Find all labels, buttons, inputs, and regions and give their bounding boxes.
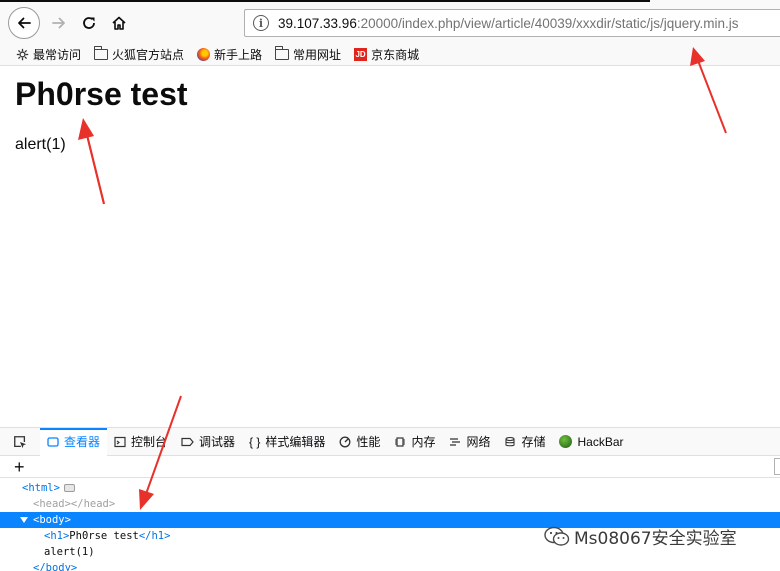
gear-icon (16, 48, 29, 61)
tab-debugger[interactable]: 调试器 (174, 428, 242, 456)
reload-button[interactable] (76, 10, 102, 36)
devtools-panel: 查看器 控制台 调试器 { } 样式编辑器 性能 内存 网络 存储 HackBa… (0, 427, 780, 571)
site-info-icon[interactable]: i (253, 15, 269, 31)
body-open-tag: <body> (33, 514, 71, 526)
network-icon (449, 436, 461, 448)
wechat-icon (544, 526, 570, 546)
bookmark-getting-started[interactable]: 新手上路 (197, 46, 262, 63)
inspector-toolbar: + (0, 456, 780, 478)
h1-close-tag: </h1> (138, 530, 171, 542)
forward-button[interactable] (46, 10, 72, 36)
jd-icon: JD (354, 48, 368, 61)
watermark: Ms08067安全实验室 (544, 524, 737, 549)
url-host: 39.107.33.96 (278, 15, 357, 31)
h1-text: Ph0rse test (69, 530, 139, 542)
bookmark-label: 新手上路 (214, 48, 263, 62)
bookmark-label: 火狐官方站点 (112, 48, 185, 62)
inspector-icon (47, 436, 59, 448)
tree-node-head[interactable]: <head></head> (0, 496, 780, 512)
add-node-button[interactable]: + (14, 458, 25, 476)
body-close-tag: </body> (33, 562, 78, 571)
debugger-icon (181, 436, 194, 448)
tab-label: 内存 (411, 435, 436, 449)
head-tag: <head></head> (33, 498, 116, 510)
tab-inspector[interactable]: 查看器 (40, 427, 108, 456)
address-bar[interactable]: i 39.107.33.96:20000/index.php/view/arti… (244, 9, 780, 37)
console-icon (114, 436, 126, 448)
firefox-icon (197, 48, 211, 61)
tab-memory[interactable]: 内存 (387, 428, 442, 456)
watermark-text: Ms08067安全实验室 (574, 529, 737, 549)
bookmark-label: 京东商城 (371, 48, 420, 62)
tab-label: 网络 (466, 435, 491, 449)
url-path: :20000/index.php/view/article/40039/xxxd… (356, 15, 739, 31)
tab-style-editor[interactable]: { } 样式编辑器 (242, 428, 332, 456)
reload-icon (83, 17, 95, 29)
memory-icon (394, 436, 406, 448)
body-text-node: alert(1) (44, 546, 95, 558)
bookmark-most-visited[interactable]: 最常访问 (16, 46, 81, 63)
tab-console[interactable]: 控制台 (107, 428, 174, 456)
performance-icon (339, 436, 351, 448)
back-button[interactable] (8, 7, 40, 39)
home-icon (112, 16, 126, 30)
home-button[interactable] (106, 10, 132, 36)
page-title: Ph0rse test (15, 76, 188, 112)
arrow-to-title (78, 118, 106, 205)
tree-node-body-close[interactable]: </body> (0, 560, 780, 571)
tab-label: 查看器 (64, 435, 101, 449)
element-picker-icon (14, 435, 27, 448)
devtools-tabbar: 查看器 控制台 调试器 { } 样式编辑器 性能 内存 网络 存储 HackBa… (0, 427, 780, 456)
tab-label: HackBar (577, 434, 624, 449)
forward-arrow-icon (52, 17, 65, 29)
tab-performance[interactable]: 性能 (332, 428, 387, 456)
tab-label: 控制台 (131, 435, 168, 449)
tab-label: 调试器 (199, 435, 236, 449)
tab-hackbar[interactable]: HackBar (552, 428, 630, 456)
tab-label: 样式编辑器 (265, 435, 326, 449)
element-picker-button[interactable] (8, 435, 32, 449)
tab-network[interactable]: 网络 (442, 428, 497, 456)
page-body-text: alert(1) (15, 136, 66, 153)
storage-icon (504, 436, 516, 448)
bookmark-label: 最常访问 (33, 48, 82, 62)
hackbar-icon (559, 435, 573, 448)
tree-node-html[interactable]: <html> (0, 480, 780, 496)
folder-icon (93, 46, 109, 60)
tab-label: 性能 (356, 435, 381, 449)
tab-label: 存储 (521, 435, 546, 449)
html-open-tag: <html> (22, 482, 60, 494)
bookmarks-bar: 最常访问 火狐官方站点 新手上路 常用网址 JD 京东商城 (0, 44, 780, 66)
bookmark-jd[interactable]: JD 京东商城 (354, 46, 419, 63)
expand-triangle-icon[interactable] (20, 517, 28, 523)
h1-open-tag: <h1> (44, 530, 70, 542)
browser-toolbar: i 39.107.33.96:20000/index.php/view/arti… (0, 0, 780, 44)
tab-storage[interactable]: 存储 (497, 428, 552, 456)
event-badge-icon[interactable] (63, 484, 75, 492)
style-editor-icon: { } (249, 434, 261, 449)
back-arrow-icon (18, 17, 31, 29)
window-edge (0, 0, 650, 2)
inspector-search-input[interactable] (774, 458, 780, 475)
folder-icon (274, 46, 290, 60)
bookmark-firefox-official[interactable]: 火狐官方站点 (93, 46, 185, 63)
bookmark-common-sites[interactable]: 常用网址 (274, 46, 342, 63)
bookmark-label: 常用网址 (293, 48, 342, 62)
